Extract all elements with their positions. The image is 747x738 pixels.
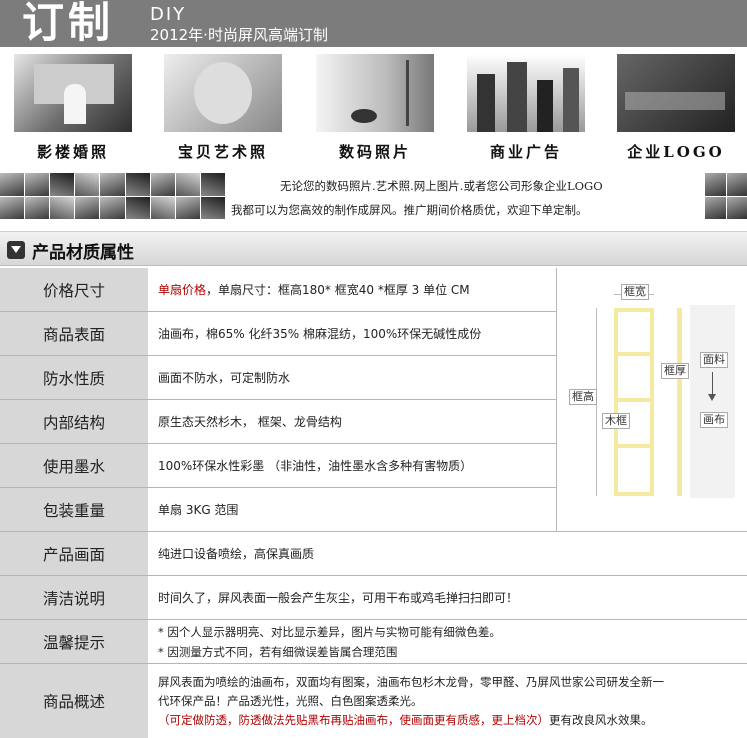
row-label: 清洁说明 bbox=[0, 576, 150, 619]
category-wedding[interactable]: 影楼婚照 bbox=[14, 54, 132, 162]
row-value: 100%环保水性彩墨 （非油性，油性墨水含多种有害物质） bbox=[158, 459, 473, 473]
banner-diy: DIY bbox=[150, 4, 187, 25]
overview-red: （可定做防透，防透做法先贴黑布再贴油画布，使画面更有质感，更上档次） bbox=[158, 712, 549, 727]
row-label: 产品画面 bbox=[0, 532, 150, 575]
down-arrow-icon bbox=[712, 372, 713, 396]
chevron-down-icon bbox=[7, 241, 25, 259]
category-label: 影楼婚照 bbox=[36, 143, 109, 161]
frame-thickness-bar bbox=[677, 308, 682, 496]
row-label: 温馨提示 bbox=[0, 620, 150, 663]
category-digital[interactable]: 数码照片 bbox=[316, 54, 434, 162]
row-value: 画面不防水，可定制防水 bbox=[158, 371, 291, 385]
section-title: 产品材质属性 bbox=[32, 243, 134, 263]
marketing-line-2: 我都可以为您高效的制作成屏风。推广期间价格质优，欢迎下单定制。 bbox=[231, 203, 588, 217]
row-label: 包装重量 bbox=[0, 488, 150, 531]
note-line: * 因测量方式不同，若有细微误差皆属合理范围 bbox=[158, 644, 398, 659]
fabric-label: 面料 bbox=[700, 352, 728, 368]
frame-width-label: 框宽 bbox=[621, 284, 649, 300]
header-banner: 订制 DIY 2012年·时尚屏风高端订制 bbox=[0, 0, 747, 47]
row-label: 商品表面 bbox=[0, 312, 150, 355]
row-value: 屏风表面为喷绘的油画布，双面均有图案，油画布包杉木龙骨，零甲醛、乃屏风世家公司研… bbox=[152, 664, 747, 738]
row-value: 纯进口设备喷绘，高保真画质 bbox=[158, 547, 315, 561]
category-label: 数码照片 bbox=[338, 143, 411, 161]
screen-structure-diagram: 框宽 框高 框厚 木框 面料 画布 bbox=[556, 268, 747, 532]
table-row: 商品概述 屏风表面为喷绘的油画布，双面均有图案，油画布包杉木龙骨，零甲醛、乃屏风… bbox=[0, 664, 747, 738]
photo-mosaic-side bbox=[705, 173, 747, 219]
overview-end: 更有改良风水效果。 bbox=[549, 712, 653, 727]
row-value: 时间久了，屏风表面一般会产生灰尘，可用干布或鸡毛掸扫扫即可！ bbox=[158, 591, 519, 605]
category-advertising[interactable]: 商业广告 bbox=[467, 54, 585, 162]
marketing-strip: 无论您的数码照片.艺术照.网上图片.或者您公司形象企业LOGO 我都可以为您高效… bbox=[0, 170, 747, 222]
category-logo[interactable]: 企业LOGO bbox=[617, 54, 735, 162]
banner-title: 订制 bbox=[22, 0, 115, 47]
logo-photo bbox=[617, 54, 735, 132]
wedding-photo bbox=[14, 54, 132, 132]
row-value: 原生态天然杉木， 框架、龙骨结构 bbox=[158, 415, 342, 429]
table-row: 温馨提示 * 因个人显示器明亮、对比显示差异，图片与实物可能有细微色差。 * 因… bbox=[0, 620, 747, 664]
table-row: 产品画面 纯进口设备喷绘，高保真画质 bbox=[0, 532, 747, 576]
digital-photo bbox=[316, 54, 434, 132]
banner-subtitle: 2012年·时尚屏风高端订制 bbox=[150, 26, 328, 44]
section-header: 产品材质属性 bbox=[0, 231, 747, 266]
category-label: 宝贝艺术照 bbox=[177, 143, 268, 161]
frame-thickness-label: 框厚 bbox=[661, 363, 689, 379]
note-line: * 因个人显示器明亮、对比显示差异，图片与实物可能有细微色差。 bbox=[158, 624, 501, 639]
row-label: 使用墨水 bbox=[0, 444, 150, 487]
advertising-photo bbox=[467, 54, 585, 132]
category-label: 企业LOGO bbox=[627, 143, 725, 161]
row-label: 防水性质 bbox=[0, 356, 150, 399]
overview-line: 屏风表面为喷绘的油画布，双面均有图案，油画布包杉木龙骨，零甲醛、乃屏风世家公司研… bbox=[158, 674, 664, 689]
category-strip: 影楼婚照 宝贝艺术照 数码照片 商业广告 企业LOGO bbox=[0, 54, 747, 169]
row-value: * 因个人显示器明亮、对比显示差异，图片与实物可能有细微色差。 * 因测量方式不… bbox=[152, 620, 747, 663]
canvas-label: 画布 bbox=[700, 412, 728, 428]
row-label: 商品概述 bbox=[0, 664, 150, 738]
fabric-layer bbox=[690, 305, 735, 498]
overview-line: 代环保产品！产品透光性，光照、白色图案透柔光。 bbox=[158, 693, 423, 708]
category-label: 商业广告 bbox=[489, 143, 562, 161]
row-label: 内部结构 bbox=[0, 400, 150, 443]
size-text: ，单扇尺寸：框高180* 框宽40 *框厚 3 单位 CM bbox=[206, 283, 470, 297]
row-value: 单扇 3KG 范围 bbox=[158, 503, 239, 517]
row-value: 油画布，棉65% 化纤35% 棉麻混纺，100%环保无碱性成份 bbox=[158, 327, 482, 341]
frame-height-label: 框高 bbox=[569, 389, 597, 405]
row-label: 价格尺寸 bbox=[0, 268, 150, 311]
marketing-line-1: 无论您的数码照片.艺术照.网上图片.或者您公司形象企业LOGO bbox=[280, 179, 603, 193]
down-arrowhead-icon bbox=[708, 394, 716, 401]
photo-mosaic bbox=[0, 173, 225, 219]
table-row: 清洁说明 时间久了，屏风表面一般会产生灰尘，可用干布或鸡毛掸扫扫即可！ bbox=[0, 576, 747, 620]
wood-frame-label: 木框 bbox=[602, 413, 630, 429]
wood-frame-outline bbox=[614, 308, 654, 496]
price-label: 单扇价格 bbox=[158, 283, 207, 297]
category-baby[interactable]: 宝贝艺术照 bbox=[164, 54, 282, 162]
row-value: 单扇价格，单扇尺寸：框高180* 框宽40 *框厚 3 单位 CM bbox=[152, 268, 556, 311]
baby-photo bbox=[164, 54, 282, 132]
